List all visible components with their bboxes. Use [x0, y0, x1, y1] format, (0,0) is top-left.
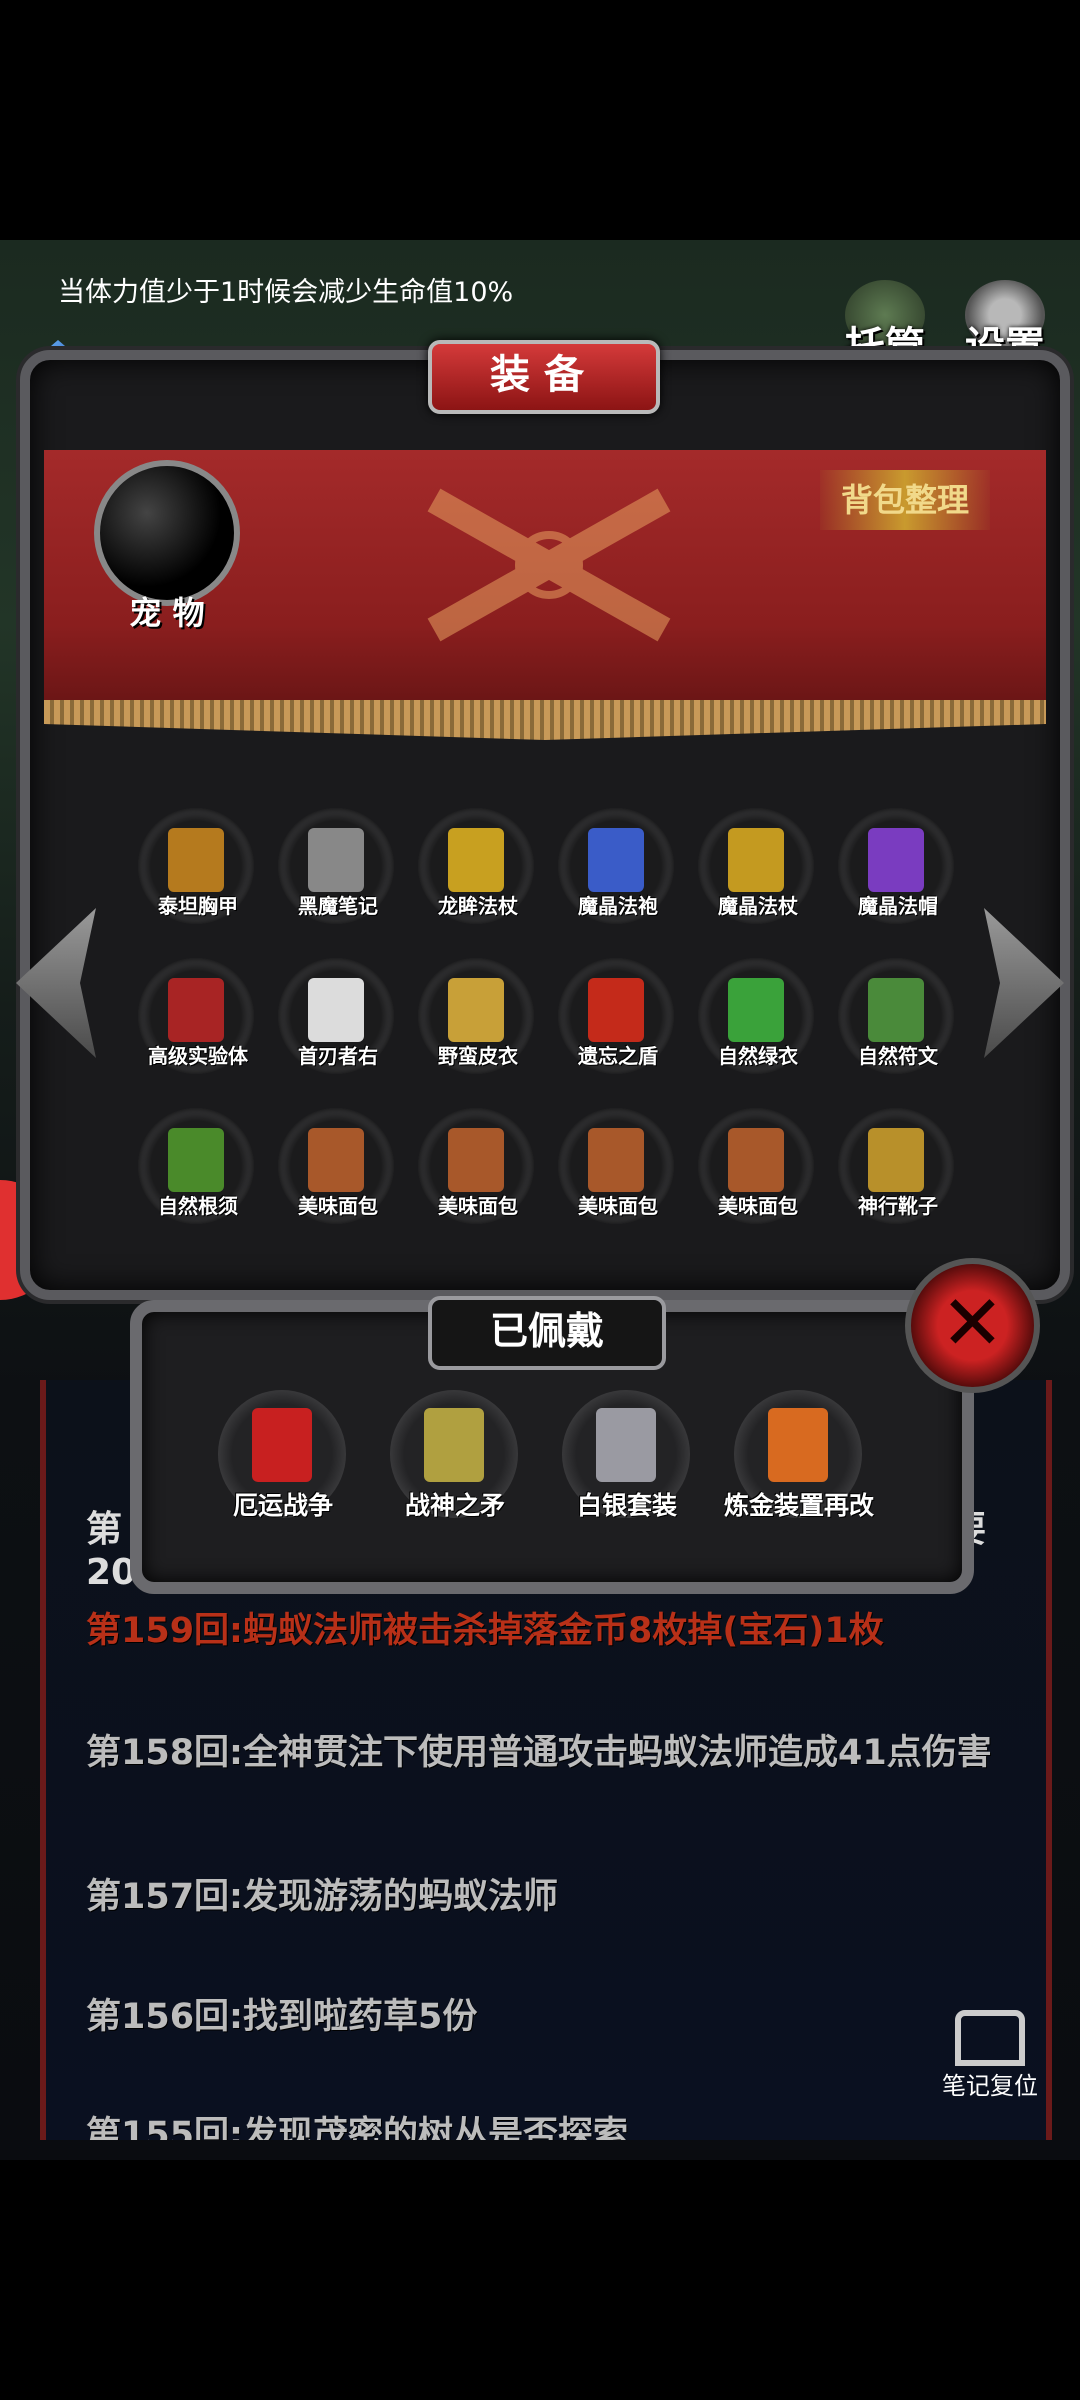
inventory-item[interactable]: 魔晶法帽	[838, 808, 958, 926]
inventory-item[interactable]: 首刃者右	[278, 958, 398, 1076]
sort-bag-button[interactable]: 背包整理	[820, 470, 990, 530]
inventory-item[interactable]: 神行靴子	[838, 1108, 958, 1226]
item-icon	[168, 1128, 224, 1192]
pet-slot[interactable]: 宠 物	[94, 460, 240, 640]
log-partial-left: 第 20	[86, 1509, 137, 1593]
item-icon	[448, 978, 504, 1042]
equipped-icon	[596, 1408, 656, 1482]
note-reset-button[interactable]: 笔记复位	[930, 2010, 1050, 2101]
equipped-icon	[252, 1408, 312, 1482]
equipment-title: 装备	[428, 340, 660, 414]
close-button[interactable]: ✕	[905, 1258, 1040, 1393]
note-reset-label: 笔记复位	[942, 2072, 1038, 2100]
inventory-item[interactable]: 泰坦胸甲	[138, 808, 258, 926]
item-name: 遗忘之盾	[578, 1044, 658, 1068]
equipped-item[interactable]: 厄运战争	[218, 1390, 346, 1520]
item-name: 首刃者右	[298, 1044, 378, 1068]
equipped-name: 白银套装	[576, 1491, 677, 1520]
inventory-item[interactable]: 美味面包	[418, 1108, 538, 1226]
inventory-item[interactable]: 龙眸法杖	[418, 808, 538, 926]
equipped-title: 已佩戴	[428, 1296, 666, 1370]
item-icon	[168, 828, 224, 892]
item-name: 美味面包	[578, 1194, 658, 1218]
equipped-item[interactable]: 白银套装	[562, 1390, 690, 1520]
equipped-row: 厄运战争 战神之矛 白银套装 炼金装置再改	[218, 1390, 874, 1520]
item-name: 美味面包	[298, 1194, 378, 1218]
inventory-item[interactable]: 自然根须	[138, 1108, 258, 1226]
item-icon	[728, 978, 784, 1042]
inventory-item[interactable]: 自然绿衣	[698, 958, 818, 1076]
crossed-swords-emblem	[427, 488, 671, 642]
item-icon	[448, 828, 504, 892]
log-entry: 第155回:发现茂密的树丛是否探索	[86, 2115, 629, 2140]
item-name: 高级实验体	[148, 1044, 248, 1068]
item-icon	[448, 1128, 504, 1192]
item-icon	[728, 828, 784, 892]
inventory-item[interactable]: 遗忘之盾	[558, 958, 678, 1076]
equipped-icon	[768, 1408, 828, 1482]
inventory-item[interactable]: 美味面包	[278, 1108, 398, 1226]
equipped-item[interactable]: 战神之矛	[390, 1390, 518, 1520]
inventory-item[interactable]: 魔晶法袍	[558, 808, 678, 926]
item-icon	[308, 1128, 364, 1192]
equipped-name: 战神之矛	[404, 1491, 505, 1520]
item-name: 神行靴子	[858, 1194, 938, 1218]
log-entry: 第158回:全神贯注下使用普通攻击蚂蚁法师造成41点伤害	[86, 1733, 992, 1773]
item-name: 自然根须	[158, 1194, 238, 1218]
inventory-item[interactable]: 黑魔笔记	[278, 808, 398, 926]
item-name: 美味面包	[718, 1194, 798, 1218]
inventory-item[interactable]: 野蛮皮衣	[418, 958, 538, 1076]
item-icon	[728, 1128, 784, 1192]
item-icon	[588, 828, 644, 892]
log-entry: 第159回:蚂蚁法师被击杀掉落金币8枚掉(宝石)1枚	[86, 1611, 884, 1651]
item-icon	[868, 828, 924, 892]
item-name: 自然符文	[858, 1044, 938, 1068]
item-name: 美味面包	[438, 1194, 518, 1218]
inventory-item[interactable]: 魔晶法杖	[698, 808, 818, 926]
item-name: 魔晶法袍	[578, 894, 658, 918]
inventory-grid: 泰坦胸甲 黑魔笔记 龙眸法杖 魔晶法袍 魔晶法杖 魔晶法帽高级实验体 首刃者右 野蛮皮衣 遗忘之…	[138, 808, 968, 1226]
note-reset-icon	[955, 2010, 1025, 2066]
inventory-item[interactable]: 美味面包	[558, 1108, 678, 1226]
item-icon	[868, 1128, 924, 1192]
equipped-name: 厄运战争	[232, 1491, 333, 1520]
item-name: 自然绿衣	[718, 1044, 798, 1068]
item-name: 魔晶法帽	[858, 894, 938, 918]
item-icon	[308, 978, 364, 1042]
item-name: 魔晶法杖	[718, 894, 798, 918]
inventory-item[interactable]: 美味面包	[698, 1108, 818, 1226]
equipped-icon	[424, 1408, 484, 1482]
item-icon	[308, 828, 364, 892]
inventory-item[interactable]: 高级实验体	[138, 958, 258, 1076]
log-entry: 第157回:发现游荡的蚂蚁法师	[86, 1877, 559, 1917]
item-icon	[588, 1128, 644, 1192]
pet-label: 宠 物	[129, 594, 205, 632]
item-icon	[868, 978, 924, 1042]
stamina-hint: 当体力值少于1时候会减少生命值10%	[58, 277, 514, 308]
item-name: 野蛮皮衣	[438, 1044, 518, 1068]
inventory-item[interactable]: 自然符文	[838, 958, 958, 1076]
equipped-name: 炼金装置再改	[723, 1491, 874, 1520]
equipped-item[interactable]: 炼金装置再改	[724, 1390, 874, 1520]
item-name: 龙眸法杖	[438, 894, 518, 918]
pet-ring	[94, 460, 240, 606]
log-entry: 第156回:找到啦药草5份	[86, 1997, 478, 2037]
item-icon	[168, 978, 224, 1042]
item-name: 黑魔笔记	[298, 894, 378, 918]
item-icon	[588, 978, 644, 1042]
item-name: 泰坦胸甲	[158, 894, 238, 918]
